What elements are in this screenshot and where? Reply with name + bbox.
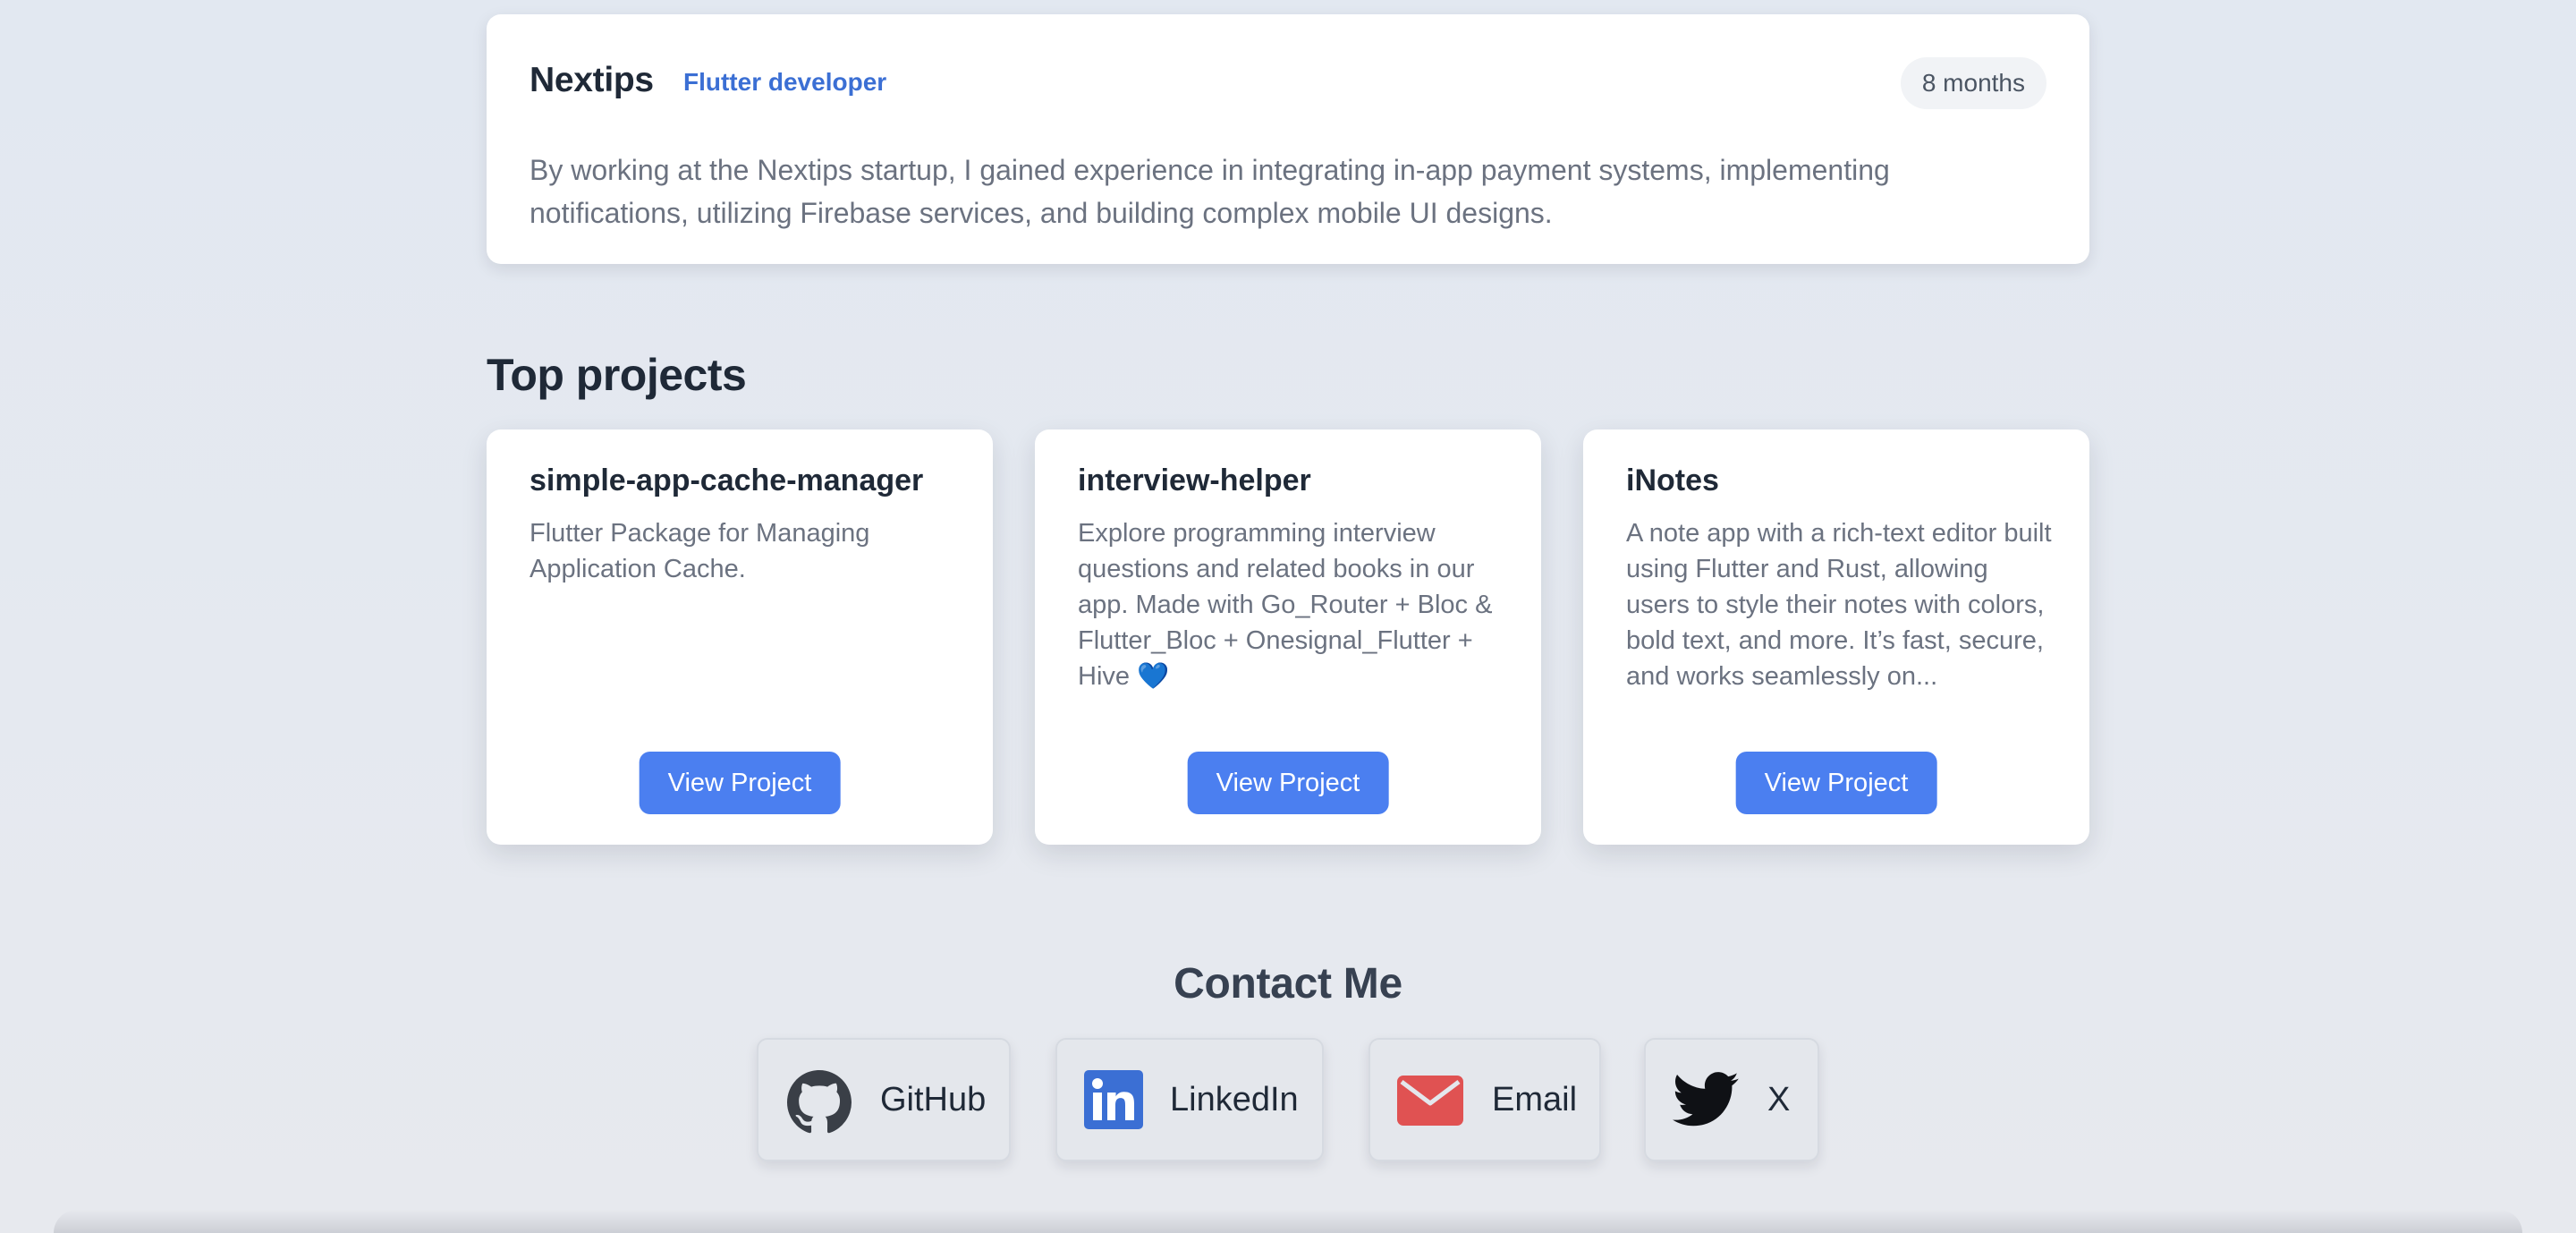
view-project-button[interactable]: View Project: [1735, 752, 1937, 814]
github-icon: [787, 1070, 852, 1139]
project-description: Flutter Package for Managing Application…: [530, 519, 870, 583]
footer-edge: [54, 1210, 2522, 1233]
twitter-icon: [1672, 1072, 1739, 1132]
email-icon: [1397, 1076, 1463, 1130]
contact-label: X: [1767, 1081, 1791, 1118]
contact-label: GitHub: [880, 1081, 987, 1118]
linkedin-icon: [1084, 1070, 1143, 1134]
project-name: interview-helper: [1078, 463, 1311, 497]
project-card-interview-helper: interview-helper Explore programming int…: [1035, 429, 1541, 845]
experience-card: Nextips Flutter developer 8 months By wo…: [487, 14, 2089, 264]
contact-email-button[interactable]: Email: [1368, 1038, 1601, 1161]
contact-github-button[interactable]: GitHub: [757, 1038, 1011, 1161]
experience-description: By working at the Nextips startup, I gai…: [530, 154, 1890, 229]
experience-role: Flutter developer: [683, 68, 887, 96]
project-name: iNotes: [1626, 463, 1719, 497]
view-project-button[interactable]: View Project: [639, 752, 841, 814]
experience-company: Nextips: [530, 61, 654, 99]
project-description: Explore programming interview questions …: [1078, 519, 1493, 691]
project-name: simple-app-cache-manager: [530, 463, 924, 497]
contact-title: Contact Me: [1174, 960, 1402, 1008]
experience-duration-badge: 8 months: [1900, 57, 2046, 109]
view-project-button[interactable]: View Project: [1187, 752, 1389, 814]
contact-linkedin-button[interactable]: LinkedIn: [1055, 1038, 1324, 1161]
contact-label: Email: [1492, 1081, 1578, 1118]
section-title-top-projects: Top projects: [487, 350, 747, 400]
project-description: A note app with a rich-text editor built…: [1626, 519, 2052, 691]
contact-label: LinkedIn: [1170, 1081, 1299, 1118]
contact-x-button[interactable]: X: [1644, 1038, 1819, 1161]
project-card-inotes: iNotes A note app with a rich-text edito…: [1583, 429, 2089, 845]
project-card-simple-app-cache-manager: simple-app-cache-manager Flutter Package…: [487, 429, 993, 845]
